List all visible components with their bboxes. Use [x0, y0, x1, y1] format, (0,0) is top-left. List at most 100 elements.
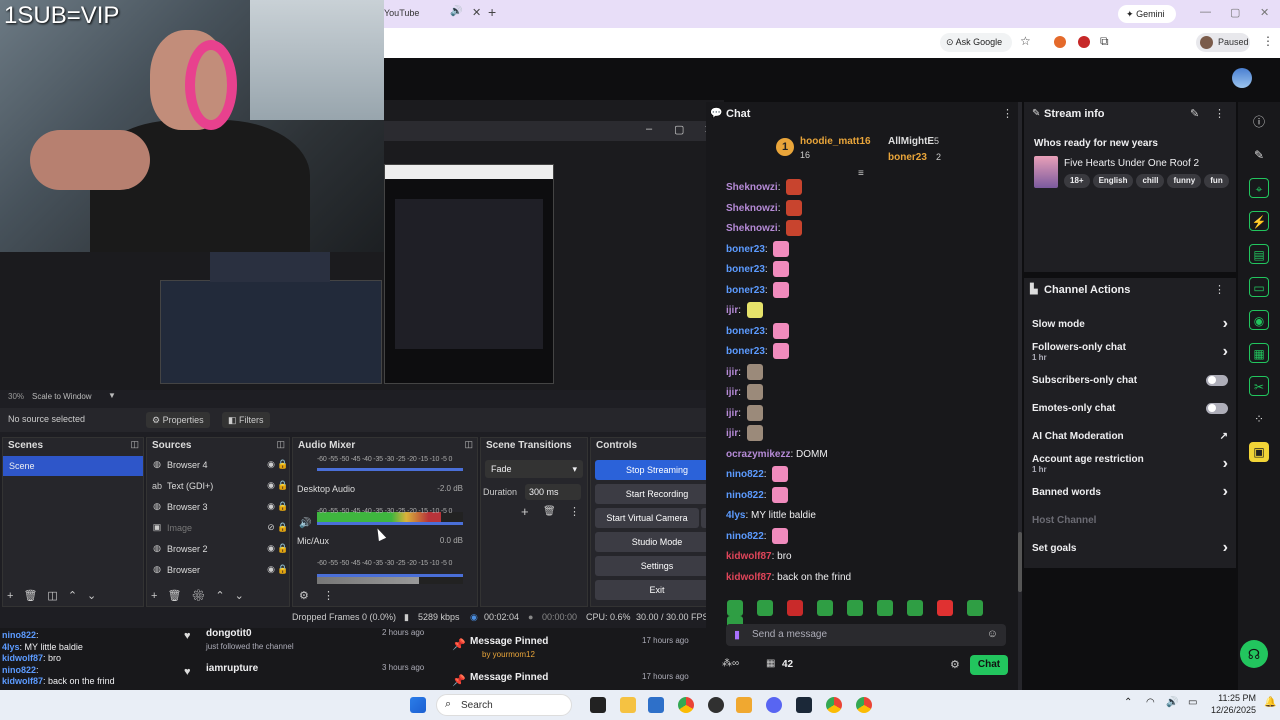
channel-action-item[interactable]: Banned words › [1024, 478, 1236, 506]
lock-icon[interactable]: 🔒 [277, 564, 289, 575]
chat-username[interactable]: nino822 [726, 531, 764, 542]
speaker-icon[interactable]: 🔊 [299, 518, 311, 529]
close-window-icon[interactable]: ✕ [1260, 6, 1269, 19]
broadcast-icon[interactable]: ◉ [1249, 310, 1269, 330]
channel-action-item[interactable]: AI Chat Moderation ↗ [1024, 422, 1236, 450]
tray-chevron-icon[interactable]: ⌃ [1124, 697, 1132, 708]
clock-date[interactable]: 12/26/2025 [1204, 705, 1256, 715]
game-name[interactable]: Five Hearts Under One Roof 2 [1064, 158, 1199, 169]
gemini-button[interactable]: ✦ Gemini [1118, 5, 1176, 23]
eye-icon[interactable]: ◉ [265, 543, 277, 554]
studio-mode-button[interactable]: Studio Mode [595, 532, 719, 552]
pinned-by[interactable]: by yourmom12 [482, 650, 535, 659]
chat-username[interactable]: kidwolf87 [2, 653, 43, 663]
scene-item[interactable]: Scene [3, 456, 143, 476]
duration-input[interactable]: 300 ms [525, 484, 581, 500]
chat-username[interactable]: kidwolf87 [2, 676, 43, 686]
activity-user[interactable]: dongotit0 [206, 628, 252, 639]
add-icon[interactable]: + [151, 590, 167, 602]
store-icon[interactable] [648, 697, 664, 713]
arrow-down-icon[interactable]: ⌄ [87, 590, 106, 602]
external-link-icon[interactable]: ↗ [1220, 431, 1228, 442]
chat-username[interactable]: ijir [726, 305, 738, 316]
channel-action-item[interactable]: Set goals › [1024, 534, 1236, 562]
chat-username[interactable]: boner23 [726, 244, 765, 255]
toggle-switch[interactable] [1206, 402, 1228, 414]
source-row[interactable]: ▣ Image ⊘ 🔒 [147, 517, 289, 538]
lock-icon[interactable]: 🔒 [277, 522, 289, 533]
tag[interactable]: chill [1136, 174, 1165, 188]
chat-username[interactable]: ijir [726, 367, 738, 378]
menu-dots-icon[interactable]: ⋮ [1214, 107, 1225, 120]
trash-icon[interactable]: 🗑 [543, 506, 556, 517]
close-tab-icon[interactable]: ✕ [472, 6, 481, 19]
volume-icon[interactable]: 🔊 [1166, 697, 1178, 708]
trash-icon[interactable]: 🗑 [23, 590, 47, 602]
lightning-icon[interactable]: ⚡ [1249, 211, 1269, 231]
chat-username[interactable]: ijir [726, 428, 738, 439]
chat-username[interactable]: ijir [726, 408, 738, 419]
dock-undock-icon[interactable]: ◫ [276, 439, 285, 450]
source-row[interactable]: ab Text (GDI+) ◉ 🔒 [147, 475, 289, 496]
calendar-icon[interactable]: ▦ [1249, 343, 1269, 363]
discord-icon[interactable] [766, 697, 782, 713]
leader-name[interactable]: boner23 [888, 152, 927, 163]
chat-username[interactable]: nino822 [2, 630, 36, 640]
chat-username[interactable]: 4lys [2, 642, 20, 652]
chat-settings-icon[interactable]: ⁂∞ [722, 658, 739, 669]
chevron-right-icon[interactable]: › [1223, 483, 1228, 501]
dots-icon[interactable]: ⁘ [1249, 409, 1269, 429]
channel-action-item[interactable]: Account age restriction 1 hr › [1024, 450, 1236, 478]
dock-undock-icon[interactable]: ◫ [464, 439, 473, 450]
chat-username[interactable]: 4lys [726, 510, 745, 521]
chrome-icon[interactable] [678, 697, 694, 713]
menu-dots-icon[interactable]: ⋮ [323, 589, 334, 602]
chevron-right-icon[interactable]: › [1223, 455, 1228, 473]
chrome-icon[interactable] [856, 697, 872, 713]
chat-bubble-icon[interactable]: ▭ [1249, 277, 1269, 297]
chat-username[interactable]: ocrazymikezz [726, 449, 790, 460]
source-row[interactable]: ◍ Browser 4 ◉ 🔒 [147, 454, 289, 475]
extension-icon[interactable] [1054, 36, 1066, 48]
chat-username[interactable]: kidwolf87 [726, 551, 772, 562]
gear-icon[interactable]: ⚙ [950, 658, 960, 671]
wifi-icon[interactable]: ◠ [1146, 697, 1155, 708]
star-icon[interactable]: ☆ [1020, 34, 1031, 48]
chat-username[interactable]: Sheknowzi [726, 223, 778, 234]
chat-username[interactable]: Sheknowzi [726, 203, 778, 214]
chat-username[interactable]: kidwolf87 [726, 572, 772, 583]
channel-action-item[interactable]: Followers-only chat 1 hr › [1024, 338, 1236, 366]
calendar-yellow-icon[interactable]: ▣ [1249, 442, 1269, 462]
lock-icon[interactable]: 🔒 [277, 480, 289, 491]
chat-username[interactable]: boner23 [726, 326, 765, 337]
toggle-switch[interactable] [1206, 374, 1228, 386]
app-icon[interactable] [736, 697, 752, 713]
lock-icon[interactable]: 🔒 [277, 501, 289, 512]
chat-input[interactable]: ▮ Send a message ☺ [726, 624, 1006, 646]
source-row[interactable]: ◍ Browser ◉ 🔒 [147, 559, 289, 580]
target-icon[interactable]: ⌖ [1249, 178, 1269, 198]
volume-slider[interactable] [317, 468, 463, 471]
filter-icon[interactable]: ◫ [47, 590, 67, 602]
chat-username[interactable]: nino822 [726, 490, 764, 501]
emote-icon[interactable] [907, 600, 923, 616]
minimize-icon[interactable]: — [1200, 6, 1211, 18]
emote-icon[interactable] [937, 600, 953, 616]
leader-name[interactable]: AllMightE [888, 136, 934, 147]
trash-icon[interactable]: 🗑 [167, 590, 191, 602]
adblock-icon[interactable] [1078, 36, 1090, 48]
channel-action-item[interactable]: Subscribers-only chat [1024, 366, 1236, 394]
emote-icon[interactable] [817, 600, 833, 616]
mixer-settings-icon[interactable]: ⚙ [299, 589, 309, 602]
emote-icon[interactable] [967, 600, 983, 616]
emote-icon[interactable] [847, 600, 863, 616]
filters-button[interactable]: ◧ Filters [222, 412, 270, 428]
notification-icon[interactable]: 🔔 [1264, 697, 1276, 708]
settings-button[interactable]: Settings [595, 556, 719, 576]
source-row[interactable]: ◍ Browser 3 ◉ 🔒 [147, 496, 289, 517]
chevron-right-icon[interactable]: › [1223, 315, 1228, 333]
chat-username[interactable]: boner23 [726, 264, 765, 275]
menu-dots-icon[interactable]: ⋮ [1214, 283, 1225, 296]
chevron-down-icon[interactable]: ▼ [108, 391, 116, 400]
activity-user[interactable]: iamrupture [206, 663, 258, 674]
